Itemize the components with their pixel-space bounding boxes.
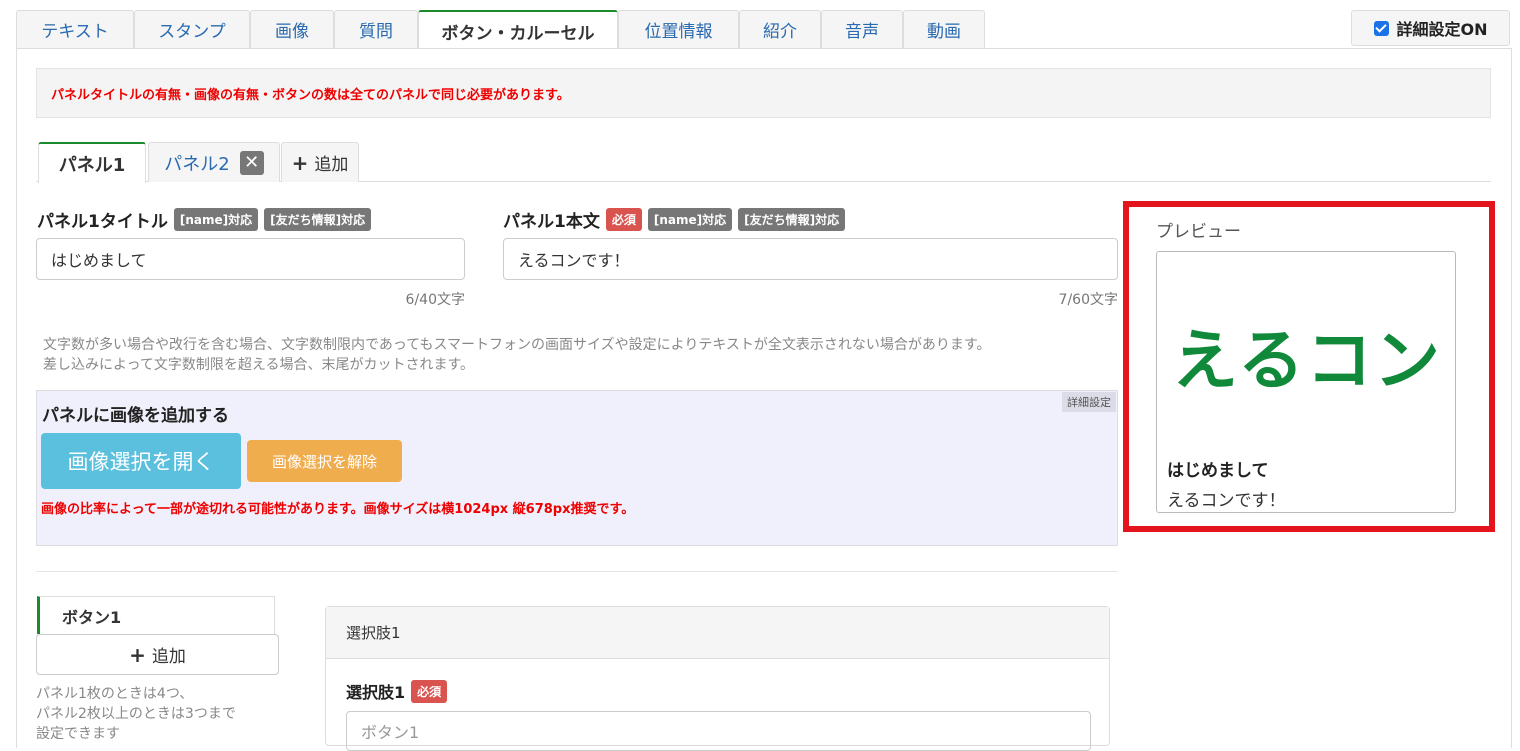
choice-card-header: 選択肢1 (326, 607, 1109, 659)
panel-tabs: パネル1 パネル2 ✕ + 追加 (36, 142, 1491, 183)
image-section-title: パネルに画像を追加する (42, 406, 229, 426)
detail-toggle-label: 詳細設定ON (1396, 20, 1488, 39)
add-button-label: 追加 (151, 647, 186, 667)
warning-message: パネルタイトルの有無・画像の有無・ボタンの数は全てのパネルで同じ必要があります。 (36, 68, 1491, 118)
name-support-badge: [name]対応 (647, 208, 733, 231)
title-field-label: パネル1タイトル (37, 212, 168, 232)
body-field-label-row: パネル1本文 必須 [name]対応 [友だち情報]対応 (503, 207, 846, 232)
plus-icon: + (129, 642, 146, 667)
title-char-counter: 6/40文字 (405, 292, 465, 308)
add-panel-button[interactable]: + 追加 (281, 142, 359, 182)
checkbox-checked-icon[interactable] (1373, 20, 1389, 36)
tab-question[interactable]: 質問 (334, 10, 418, 48)
detail-settings-toggle[interactable]: 詳細設定ON (1351, 10, 1510, 46)
body-field-label: パネル1本文 (503, 212, 600, 232)
tab-image[interactable]: 画像 (250, 10, 334, 48)
preview-logo-image: えるコン (1171, 322, 1443, 399)
section-divider (36, 571, 1118, 572)
image-size-note: 画像の比率によって一部が途切れる可能性があります。画像サイズは横1024px 縦… (41, 502, 635, 517)
preview-card: えるコン はじめまして えるコンです！ (1156, 251, 1456, 513)
detail-settings-tag: 詳細設定 (1062, 392, 1116, 412)
body-char-counter: 7/60文字 (1058, 292, 1118, 308)
tab-panel2-label: パネル2 (164, 153, 230, 175)
tab-button-carousel[interactable]: ボタン・カルーセル (418, 10, 618, 50)
required-badge: 必須 (411, 679, 448, 703)
tab-button1[interactable]: ボタン1 (37, 596, 275, 634)
tab-panel1[interactable]: パネル1 (38, 142, 146, 183)
tab-video[interactable]: 動画 (903, 10, 985, 48)
title-field-label-row: パネル1タイトル [name]対応 [友だち情報]対応 (37, 207, 372, 232)
close-icon[interactable]: ✕ (239, 150, 264, 175)
tab-text[interactable]: テキスト (16, 10, 134, 48)
friend-info-badge: [友だち情報]対応 (264, 208, 372, 231)
tab-introduction[interactable]: 紹介 (739, 10, 821, 48)
choice-label-row: 選択肢1 必須 (346, 679, 448, 703)
preview-title: はじめまして (1167, 461, 1269, 481)
friend-info-badge: [友だち情報]対応 (738, 208, 846, 231)
tab-audio[interactable]: 音声 (821, 10, 903, 48)
help-text: 文字数が多い場合や改行を含む場合、文字数制限内であってもスマートフォンの画面サイ… (43, 335, 991, 375)
panel-title-input[interactable]: はじめまして (36, 238, 465, 280)
image-section: パネルに画像を追加する 詳細設定 画像選択を開く 画像選択を解除 画像の比率によ… (36, 390, 1118, 546)
choice-card: 選択肢1 選択肢1 必須 ボタン1 (325, 606, 1110, 751)
button-note-line-2: パネル2枚以上のときは3つまで (36, 706, 236, 722)
help-line-2: 差し込みによって文字数制限を超える場合、末尾がカットされます。 (43, 357, 475, 373)
button-note-line-3: 設定できます (36, 726, 120, 742)
panel-body-input[interactable]: えるコンです！ (503, 238, 1118, 280)
help-line-1: 文字数が多い場合や改行を含む場合、文字数制限内であってもスマートフォンの画面サイ… (43, 337, 991, 353)
tab-panel2[interactable]: パネル2 ✕ (148, 142, 280, 182)
name-support-badge: [name]対応 (173, 208, 259, 231)
button-limit-note: パネル1枚のときは4つ、 パネル2枚以上のときは3つまで 設定できます (36, 684, 236, 744)
open-image-picker-button[interactable]: 画像選択を開く (41, 433, 241, 489)
plus-icon: + (291, 150, 309, 175)
add-panel-label: 追加 (314, 155, 349, 175)
clear-image-button[interactable]: 画像選択を解除 (247, 440, 402, 482)
button-note-line-1: パネル1枚のときは4つ、 (36, 686, 194, 702)
add-button-button[interactable]: + 追加 (36, 634, 279, 675)
preview-body: えるコンです！ (1167, 491, 1286, 511)
tab-stamp[interactable]: スタンプ (134, 10, 250, 48)
preview-label: プレビュー (1156, 222, 1241, 242)
tab-location[interactable]: 位置情報 (618, 10, 739, 48)
choice-label: 選択肢1 (346, 683, 406, 702)
choice-text-input[interactable]: ボタン1 (346, 711, 1091, 751)
required-badge: 必須 (605, 208, 642, 231)
